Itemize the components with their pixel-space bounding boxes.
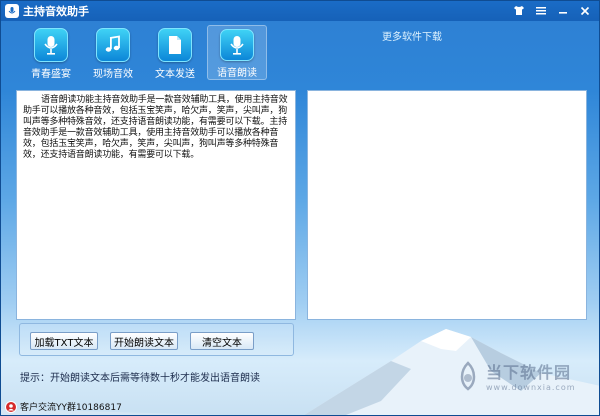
document-icon <box>158 28 192 62</box>
watermark-logo-icon <box>460 360 476 391</box>
tool-label: 现场音效 <box>93 69 133 80</box>
group-chat-icon <box>5 400 17 413</box>
watermark: 当下软件园 www.downxia.com <box>456 359 576 392</box>
start-read-button[interactable]: 开始朗读文本 <box>110 332 178 350</box>
minimize-icon <box>559 12 567 14</box>
tool-label: 语音朗读 <box>217 68 257 79</box>
tool-text-send[interactable]: 文本发送 <box>145 25 205 80</box>
window-controls <box>509 3 595 18</box>
load-txt-button[interactable]: 加载TXT文本 <box>30 332 98 350</box>
close-icon <box>580 6 590 15</box>
action-button-group: 加载TXT文本 开始朗读文本 清空文本 <box>19 323 294 356</box>
tool-live-sound[interactable]: 现场音效 <box>83 25 143 80</box>
app-window: 主持音效助手 青春盛宴 现场音效 文本发送 语音朗读 更多软件下载 语音朗读功能… <box>0 0 600 416</box>
customer-group-text[interactable]: 客户交流YY群10186817 <box>20 400 122 413</box>
output-panel <box>307 90 587 320</box>
editor-text: 语音朗读功能主持音效助手是一款音效辅助工具，使用主持音效助手可以播放各种音效，包… <box>23 95 288 160</box>
watermark-url: www.downxia.com <box>486 383 576 392</box>
minimize-button[interactable] <box>553 3 573 18</box>
microphone-icon <box>34 28 68 62</box>
close-button[interactable] <box>575 3 595 18</box>
music-note-icon <box>96 28 130 62</box>
tool-label: 文本发送 <box>155 69 195 80</box>
status-bar: 客户交流YY群10186817 <box>1 398 599 415</box>
watermark-title: 当下软件园 <box>486 363 572 382</box>
hint-text: 提示：开始朗读文本后需等待数十秒才能发出语音朗读 <box>20 373 260 384</box>
clear-text-button[interactable]: 清空文本 <box>190 332 254 350</box>
menu-icon <box>536 7 546 15</box>
text-editor[interactable]: 语音朗读功能主持音效助手是一款音效辅助工具，使用主持音效助手可以播放各种音效，包… <box>16 90 296 320</box>
microphone-icon <box>220 29 254 61</box>
more-software-link[interactable]: 更多软件下载 <box>382 28 442 43</box>
title-bar: 主持音效助手 <box>1 1 599 21</box>
skin-button[interactable] <box>509 3 529 18</box>
tool-label: 青春盛宴 <box>31 69 71 80</box>
window-title: 主持音效助手 <box>23 5 89 18</box>
tool-youth-feast[interactable]: 青春盛宴 <box>21 25 81 80</box>
app-logo-icon <box>5 4 19 18</box>
tool-voice-read[interactable]: 语音朗读 <box>207 25 267 80</box>
shirt-icon <box>514 6 524 15</box>
menu-button[interactable] <box>531 3 551 18</box>
toolbar: 青春盛宴 现场音效 文本发送 语音朗读 <box>21 25 269 80</box>
